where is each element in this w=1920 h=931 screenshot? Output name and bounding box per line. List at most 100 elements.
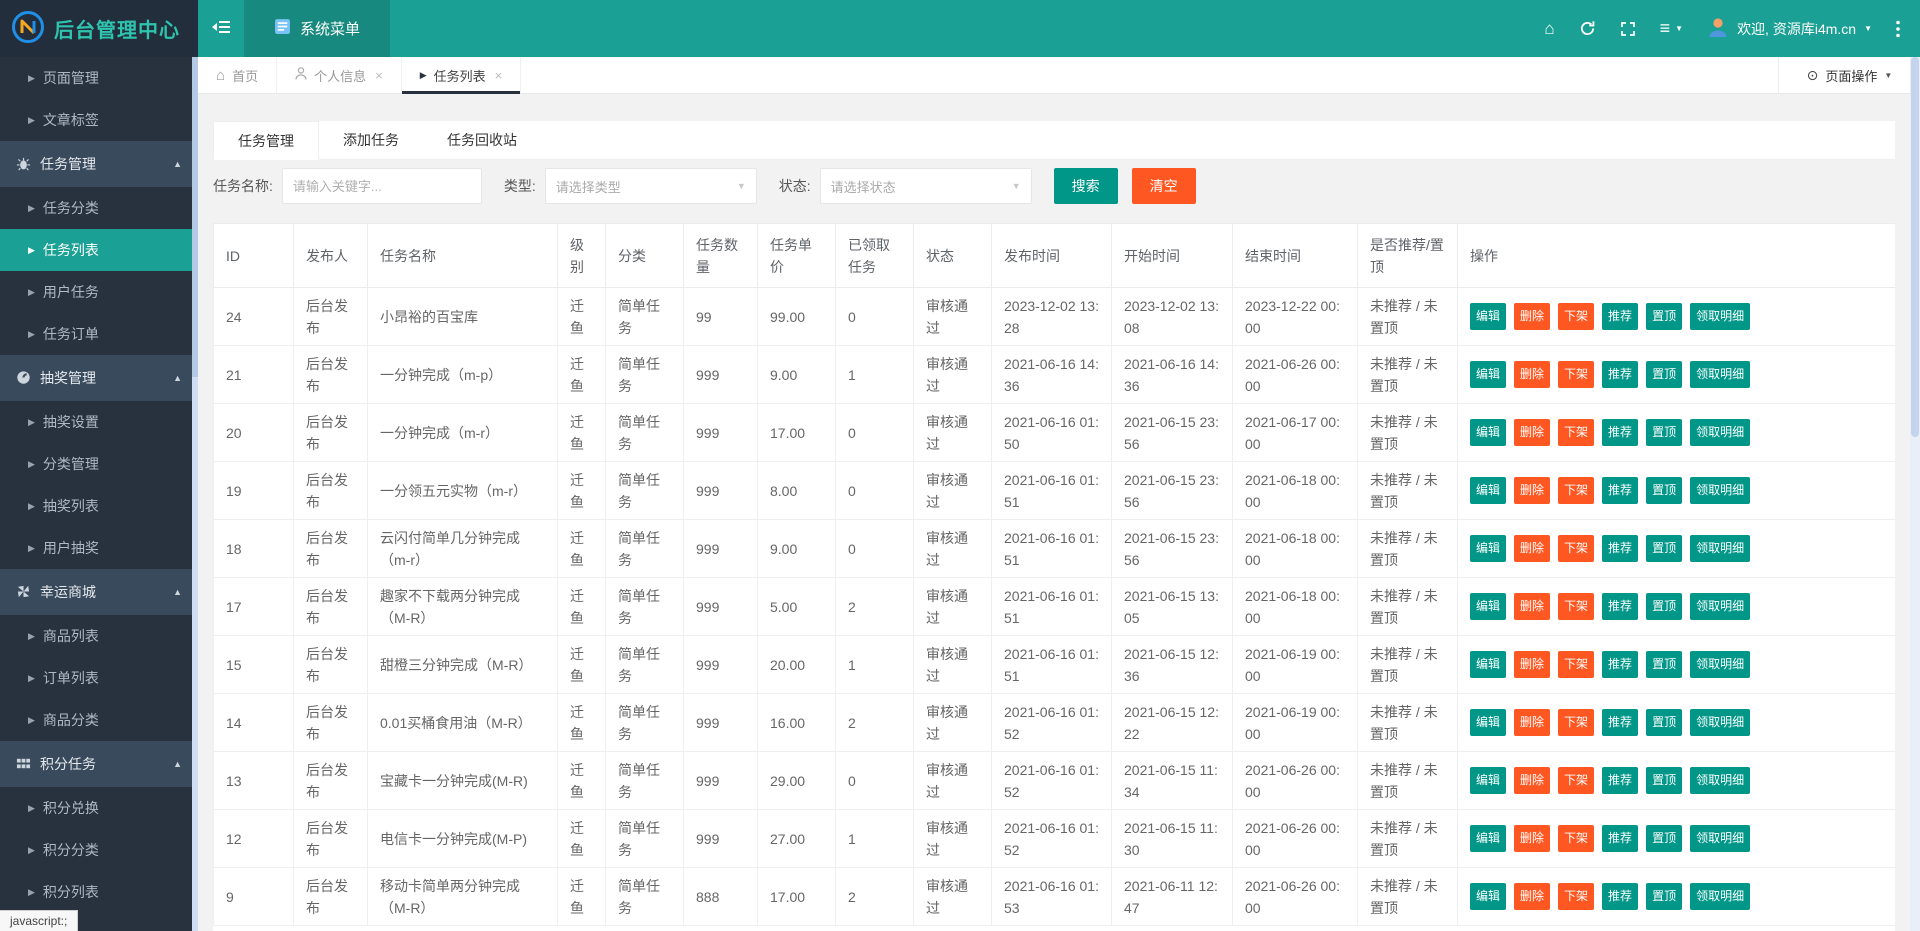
sidebar-item-任务列表[interactable]: ▶任务列表 — [0, 229, 198, 271]
delete-button[interactable]: 删除 — [1514, 419, 1550, 446]
sidebar-item-积分列表[interactable]: ▶积分列表 — [0, 871, 198, 913]
offline-button[interactable]: 下架 — [1558, 883, 1594, 910]
edit-button[interactable]: 编辑 — [1470, 825, 1506, 852]
user-menu[interactable]: 欢迎, 资源库i4m.cn ▼ — [1707, 16, 1872, 41]
sidebar-group-抽奖管理[interactable]: 抽奖管理▲ — [0, 355, 198, 401]
offline-button[interactable]: 下架 — [1558, 593, 1594, 620]
page-actions-button[interactable]: ⊙ 页面操作 ▼ — [1778, 57, 1920, 93]
delete-button[interactable]: 删除 — [1514, 477, 1550, 504]
tab-system-menu[interactable]: 系统菜单 — [244, 0, 390, 57]
claim-detail-button[interactable]: 领取明细 — [1690, 651, 1750, 678]
edit-button[interactable]: 编辑 — [1470, 883, 1506, 910]
close-icon[interactable]: × — [375, 68, 383, 83]
fullscreen-icon[interactable] — [1620, 21, 1636, 37]
pin-top-button[interactable]: 置顶 — [1646, 361, 1682, 388]
sidebar-item-抽奖设置[interactable]: ▶抽奖设置 — [0, 401, 198, 443]
sidebar-collapse-button[interactable] — [198, 0, 244, 57]
offline-button[interactable]: 下架 — [1558, 535, 1594, 562]
edit-button[interactable]: 编辑 — [1470, 477, 1506, 504]
edit-button[interactable]: 编辑 — [1470, 361, 1506, 388]
clear-button[interactable]: 清空 — [1132, 168, 1196, 204]
more-dots-icon[interactable] — [1896, 20, 1900, 38]
recommend-button[interactable]: 推荐 — [1602, 419, 1638, 446]
search-button[interactable]: 搜索 — [1054, 168, 1118, 204]
edit-button[interactable]: 编辑 — [1470, 651, 1506, 678]
delete-button[interactable]: 删除 — [1514, 883, 1550, 910]
crumb-tab-profile[interactable]: 个人信息 × — [277, 57, 402, 93]
layout-menu-button[interactable]: ≡ ▼ — [1660, 18, 1683, 39]
edit-button[interactable]: 编辑 — [1470, 419, 1506, 446]
sidebar-scrollbar[interactable] — [192, 57, 198, 931]
sidebar-group-任务管理[interactable]: 任务管理▲ — [0, 141, 198, 187]
recommend-button[interactable]: 推荐 — [1602, 767, 1638, 794]
recommend-button[interactable]: 推荐 — [1602, 477, 1638, 504]
sidebar-item-任务订单[interactable]: ▶任务订单 — [0, 313, 198, 355]
pin-top-button[interactable]: 置顶 — [1646, 825, 1682, 852]
recommend-button[interactable]: 推荐 — [1602, 709, 1638, 736]
type-select[interactable]: 请选择类型 ▼ — [545, 168, 757, 204]
recommend-button[interactable]: 推荐 — [1602, 651, 1638, 678]
edit-button[interactable]: 编辑 — [1470, 767, 1506, 794]
sidebar-item-用户任务[interactable]: ▶用户任务 — [0, 271, 198, 313]
page-scrollbar-thumb[interactable] — [1911, 57, 1919, 437]
offline-button[interactable]: 下架 — [1558, 477, 1594, 504]
pin-top-button[interactable]: 置顶 — [1646, 593, 1682, 620]
pin-top-button[interactable]: 置顶 — [1646, 883, 1682, 910]
sidebar-item-商品列表[interactable]: ▶商品列表 — [0, 615, 198, 657]
delete-button[interactable]: 删除 — [1514, 825, 1550, 852]
claim-detail-button[interactable]: 领取明细 — [1690, 535, 1750, 562]
pin-top-button[interactable]: 置顶 — [1646, 419, 1682, 446]
offline-button[interactable]: 下架 — [1558, 303, 1594, 330]
delete-button[interactable]: 删除 — [1514, 709, 1550, 736]
pin-top-button[interactable]: 置顶 — [1646, 303, 1682, 330]
sidebar-scrollbar-thumb[interactable] — [192, 57, 198, 377]
crumb-tab-task-list[interactable]: ▶ 任务列表 × — [402, 57, 522, 93]
sidebar-item-商品分类[interactable]: ▶商品分类 — [0, 699, 198, 741]
refresh-icon[interactable] — [1579, 20, 1596, 37]
delete-button[interactable]: 删除 — [1514, 593, 1550, 620]
edit-button[interactable]: 编辑 — [1470, 593, 1506, 620]
claim-detail-button[interactable]: 领取明细 — [1690, 477, 1750, 504]
recommend-button[interactable]: 推荐 — [1602, 535, 1638, 562]
sidebar-item-用户抽奖[interactable]: ▶用户抽奖 — [0, 527, 198, 569]
tab-add-task[interactable]: 添加任务 — [319, 121, 423, 159]
sidebar-item-积分分类[interactable]: ▶积分分类 — [0, 829, 198, 871]
recommend-button[interactable]: 推荐 — [1602, 361, 1638, 388]
offline-button[interactable]: 下架 — [1558, 361, 1594, 388]
delete-button[interactable]: 删除 — [1514, 767, 1550, 794]
delete-button[interactable]: 删除 — [1514, 651, 1550, 678]
sidebar-item-订单列表[interactable]: ▶订单列表 — [0, 657, 198, 699]
claim-detail-button[interactable]: 领取明细 — [1690, 709, 1750, 736]
sidebar-group-幸运商城[interactable]: 幸运商城▲ — [0, 569, 198, 615]
sidebar-item-页面管理[interactable]: ▶页面管理 — [0, 57, 198, 99]
claim-detail-button[interactable]: 领取明细 — [1690, 825, 1750, 852]
recommend-button[interactable]: 推荐 — [1602, 883, 1638, 910]
task-name-input[interactable] — [282, 168, 482, 204]
offline-button[interactable]: 下架 — [1558, 825, 1594, 852]
offline-button[interactable]: 下架 — [1558, 651, 1594, 678]
claim-detail-button[interactable]: 领取明细 — [1690, 767, 1750, 794]
recommend-button[interactable]: 推荐 — [1602, 825, 1638, 852]
tab-task-recycle[interactable]: 任务回收站 — [423, 121, 541, 159]
claim-detail-button[interactable]: 领取明细 — [1690, 419, 1750, 446]
claim-detail-button[interactable]: 领取明细 — [1690, 883, 1750, 910]
pin-top-button[interactable]: 置顶 — [1646, 767, 1682, 794]
delete-button[interactable]: 删除 — [1514, 303, 1550, 330]
delete-button[interactable]: 删除 — [1514, 361, 1550, 388]
page-scrollbar[interactable] — [1910, 57, 1920, 931]
recommend-button[interactable]: 推荐 — [1602, 303, 1638, 330]
sidebar-item-任务分类[interactable]: ▶任务分类 — [0, 187, 198, 229]
delete-button[interactable]: 删除 — [1514, 535, 1550, 562]
home-icon[interactable]: ⌂ — [1544, 19, 1554, 39]
pin-top-button[interactable]: 置顶 — [1646, 651, 1682, 678]
pin-top-button[interactable]: 置顶 — [1646, 535, 1682, 562]
recommend-button[interactable]: 推荐 — [1602, 593, 1638, 620]
pin-top-button[interactable]: 置顶 — [1646, 709, 1682, 736]
edit-button[interactable]: 编辑 — [1470, 303, 1506, 330]
edit-button[interactable]: 编辑 — [1470, 709, 1506, 736]
claim-detail-button[interactable]: 领取明细 — [1690, 361, 1750, 388]
claim-detail-button[interactable]: 领取明细 — [1690, 593, 1750, 620]
sidebar-item-文章标签[interactable]: ▶文章标签 — [0, 99, 198, 141]
claim-detail-button[interactable]: 领取明细 — [1690, 303, 1750, 330]
offline-button[interactable]: 下架 — [1558, 709, 1594, 736]
